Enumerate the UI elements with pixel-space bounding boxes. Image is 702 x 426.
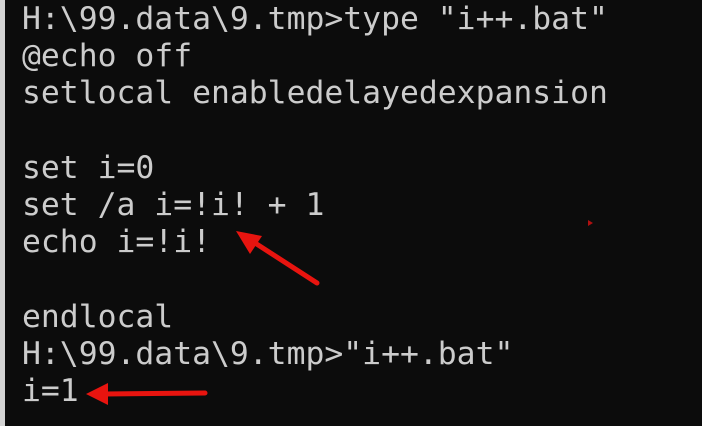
red-arrow-echo-icon (236, 231, 320, 286)
annotation-layer (86, 220, 593, 405)
red-arrow-result-icon (86, 383, 208, 405)
red-mark-icon (588, 220, 593, 226)
